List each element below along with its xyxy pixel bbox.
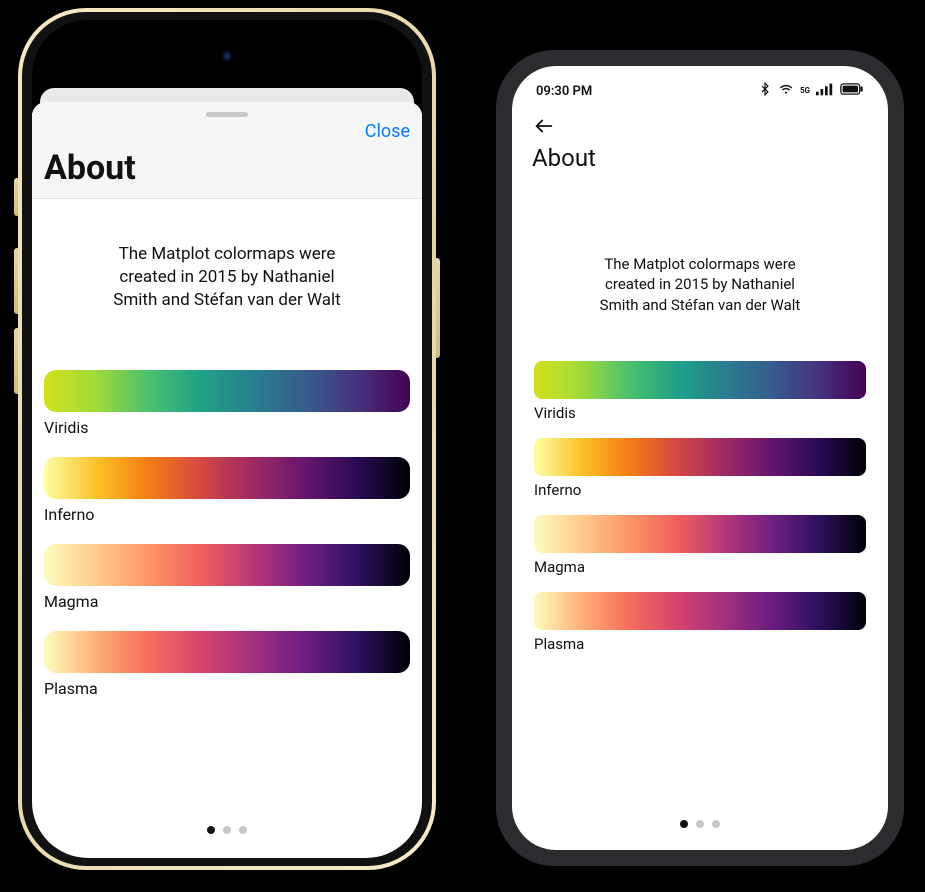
android-content: The Matplot colormaps were created in 20… xyxy=(512,182,888,653)
page-indicator[interactable] xyxy=(207,826,247,834)
about-description: The Matplot colormaps were created in 20… xyxy=(112,243,342,312)
cellular-signal-icon xyxy=(816,82,834,100)
page-dot[interactable] xyxy=(207,826,215,834)
back-button[interactable] xyxy=(530,112,558,140)
ios-content: The Matplot colormaps were created in 20… xyxy=(32,199,422,698)
colormap-label: Inferno xyxy=(534,481,866,499)
page-indicator[interactable] xyxy=(680,820,720,828)
close-button[interactable]: Close xyxy=(365,121,410,142)
colormap-row: Inferno xyxy=(44,457,410,524)
iphone-screen: Close About The Matplot colormaps were c… xyxy=(32,20,422,858)
page-dot[interactable] xyxy=(680,820,688,828)
android-device: 09:30 PM 5G xyxy=(496,50,904,866)
page-dot[interactable] xyxy=(712,820,720,828)
colormap-row: Magma xyxy=(44,544,410,611)
ios-modal-sheet: Close About The Matplot colormaps were c… xyxy=(32,102,422,858)
android-screen: 09:30 PM 5G xyxy=(512,66,888,850)
colormap-row: Plasma xyxy=(44,631,410,698)
page-dot[interactable] xyxy=(696,820,704,828)
colormap-swatch-plasma xyxy=(44,631,410,673)
colormap-row: Plasma xyxy=(534,592,866,653)
colormap-row: Viridis xyxy=(44,370,410,437)
colormap-row: Inferno xyxy=(534,438,866,499)
colormap-swatch-inferno xyxy=(534,438,866,476)
bluetooth-icon xyxy=(758,82,772,100)
page-title: About xyxy=(44,148,410,188)
colormap-label: Plasma xyxy=(534,635,866,653)
ios-sheet-header: Close About xyxy=(32,102,422,199)
sheet-grabber-handle[interactable] xyxy=(206,112,248,117)
colormap-swatch-inferno xyxy=(44,457,410,499)
iphone-frame: Close About The Matplot colormaps were c… xyxy=(18,8,436,870)
page-title: About xyxy=(530,140,870,180)
dynamic-island xyxy=(162,38,292,74)
colormap-label: Magma xyxy=(534,558,866,576)
android-status-bar: 09:30 PM 5G xyxy=(512,74,888,108)
android-frame: 09:30 PM 5G xyxy=(496,50,904,866)
colormap-row: Viridis xyxy=(534,361,866,422)
about-description: The Matplot colormaps were created in 20… xyxy=(590,254,810,315)
iphone-device: Close About The Matplot colormaps were c… xyxy=(18,8,436,870)
colormap-label: Viridis xyxy=(44,418,410,437)
android-app-bar: About xyxy=(512,108,888,182)
cellular-5g-icon: 5G xyxy=(800,86,810,95)
colormap-label: Inferno xyxy=(44,505,410,524)
colormap-swatch-magma xyxy=(44,544,410,586)
colormap-swatch-magma xyxy=(534,515,866,553)
wifi-icon xyxy=(778,82,794,100)
colormap-label: Magma xyxy=(44,592,410,611)
colormap-row: Magma xyxy=(534,515,866,576)
status-time: 09:30 PM xyxy=(536,84,592,99)
page-dot[interactable] xyxy=(239,826,247,834)
page-dot[interactable] xyxy=(223,826,231,834)
colormap-swatch-viridis xyxy=(44,370,410,412)
colormap-label: Plasma xyxy=(44,679,410,698)
colormap-swatch-plasma xyxy=(534,592,866,630)
colormap-swatch-viridis xyxy=(534,361,866,399)
battery-icon xyxy=(840,82,864,100)
arrow-left-icon xyxy=(533,115,555,137)
colormap-label: Viridis xyxy=(534,404,866,422)
